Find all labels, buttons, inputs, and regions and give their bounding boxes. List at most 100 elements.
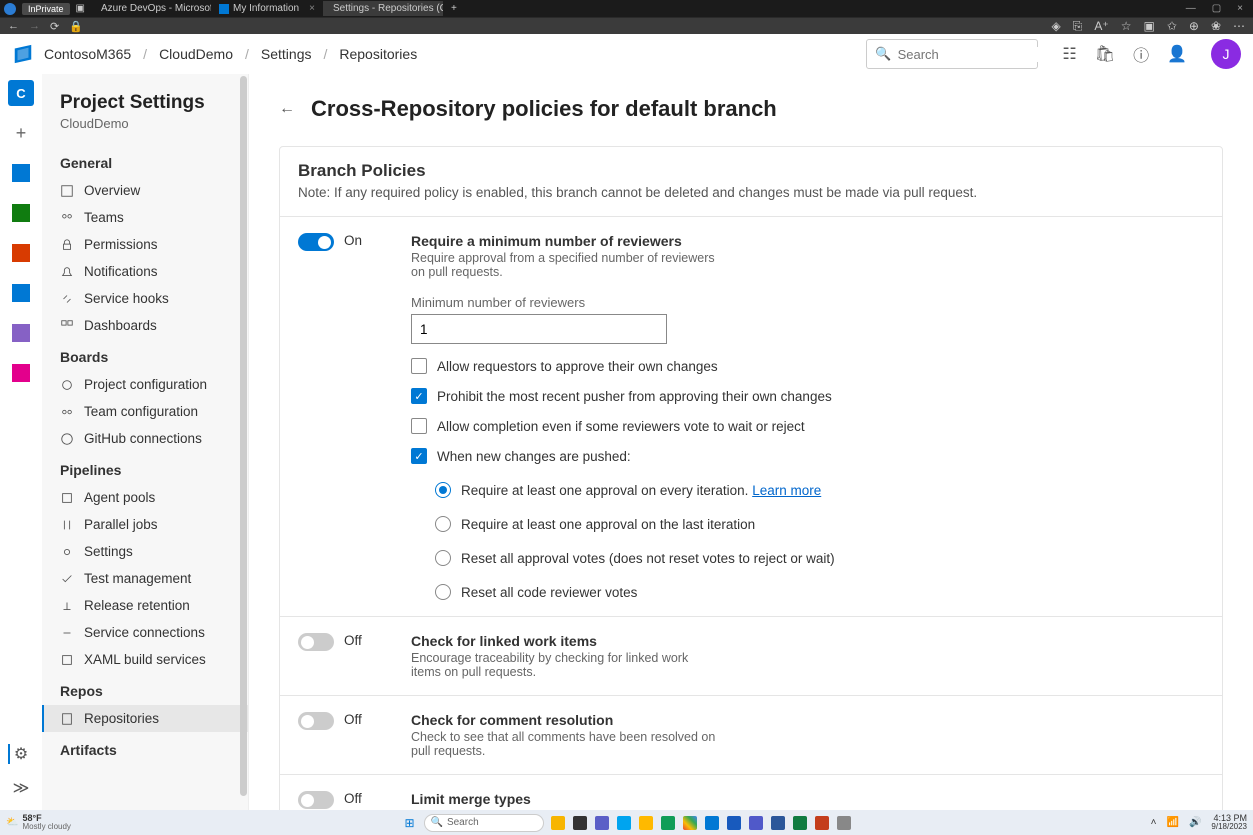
maximize-icon[interactable]: ▢ — [1212, 3, 1221, 14]
radio-icon[interactable] — [435, 516, 451, 532]
rail-boards-icon[interactable] — [8, 200, 34, 226]
learn-more-link[interactable]: Learn more — [752, 483, 821, 498]
tb-app-icon[interactable] — [572, 815, 588, 831]
sidebar-item-svc-conn[interactable]: Service connections — [42, 619, 248, 646]
sidebar-item-team-config[interactable]: Team configuration — [42, 398, 248, 425]
close-window-icon[interactable]: × — [1237, 3, 1243, 14]
sidebar-item-test-mgmt[interactable]: Test management — [42, 565, 248, 592]
search-field[interactable] — [898, 47, 1074, 62]
addr-icon[interactable]: ◈ — [1052, 19, 1061, 34]
tray-date[interactable]: 9/18/2023 — [1211, 823, 1247, 831]
sidebar-item-overview[interactable]: Overview — [42, 177, 248, 204]
browser-tab-azure[interactable]: Azure DevOps - Microsoft Azure× — [91, 1, 211, 16]
tb-app-icon[interactable] — [814, 815, 830, 831]
browser-tab-myinfo[interactable]: My Information× — [213, 1, 321, 16]
chk-allow-requestors[interactable]: Allow requestors to approve their own ch… — [411, 358, 1204, 374]
tray-chevron-icon[interactable]: ˄ — [1151, 817, 1157, 828]
search-input[interactable]: 🔍 — [866, 39, 1038, 69]
addr-icon[interactable]: ▣ — [1143, 19, 1154, 34]
radio-last-iteration[interactable]: Require at least one approval on the las… — [435, 516, 1204, 532]
radio-icon[interactable] — [435, 482, 451, 498]
tb-app-icon[interactable] — [770, 815, 786, 831]
radio-icon[interactable] — [435, 584, 451, 600]
minimize-icon[interactable]: — — [1186, 3, 1196, 14]
breadcrumb-repos[interactable]: Repositories — [339, 46, 417, 62]
radio-every-iteration[interactable]: Require at least one approval on every i… — [435, 482, 1204, 498]
tb-app-icon[interactable] — [726, 815, 742, 831]
rail-repos-icon[interactable] — [8, 240, 34, 266]
collections-icon[interactable]: ▣ — [76, 3, 85, 14]
breadcrumb-project[interactable]: CloudDemo — [159, 46, 233, 62]
sidebar-item-parallel[interactable]: Parallel jobs — [42, 511, 248, 538]
rail-project[interactable]: C — [8, 80, 34, 106]
sidebar-item-notifications[interactable]: Notifications — [42, 258, 248, 285]
rail-settings-icon[interactable]: ⚙ — [8, 744, 28, 764]
sidebar-item-teams[interactable]: Teams — [42, 204, 248, 231]
browser-tab-settings[interactable]: Settings - Repositories (CloudD…× — [323, 1, 443, 16]
rail-add[interactable]: + — [8, 120, 34, 146]
toggle-min-reviewers[interactable] — [298, 233, 334, 251]
tb-app-icon[interactable] — [660, 815, 676, 831]
tb-app-icon[interactable] — [792, 815, 808, 831]
min-reviewers-input[interactable] — [411, 314, 667, 344]
azdo-logo-icon[interactable] — [12, 43, 34, 65]
rail-artifacts-icon[interactable] — [8, 360, 34, 386]
sidebar-item-release[interactable]: Release retention — [42, 592, 248, 619]
sidebar-item-proj-config[interactable]: Project configuration — [42, 371, 248, 398]
toggle-comment-res[interactable] — [298, 712, 334, 730]
tb-app-icon[interactable] — [682, 815, 698, 831]
sidebar-item-dashboards[interactable]: Dashboards — [42, 312, 248, 339]
breadcrumb-settings[interactable]: Settings — [261, 46, 312, 62]
favorite-icon[interactable]: ☆ — [1121, 19, 1132, 34]
checkbox-icon[interactable] — [411, 418, 427, 434]
back-arrow-icon[interactable]: ← — [279, 100, 295, 118]
scrollbar[interactable] — [240, 76, 247, 796]
tb-app-icon[interactable] — [594, 815, 610, 831]
addr-icon[interactable]: ⎘ — [1073, 19, 1083, 34]
more-icon[interactable]: ⋯ — [1233, 19, 1245, 34]
toggle-merge-types[interactable] — [298, 791, 334, 809]
sidebar-item-service-hooks[interactable]: Service hooks — [42, 285, 248, 312]
avatar[interactable]: J — [1211, 39, 1241, 69]
tb-app-icon[interactable] — [836, 815, 852, 831]
weather-widget[interactable]: ⛅ 58°F Mostly cloudy — [6, 814, 71, 831]
profile-icon[interactable] — [4, 3, 16, 15]
addr-icon[interactable]: ⊕ — [1189, 19, 1199, 34]
checkbox-icon[interactable]: ✓ — [411, 388, 427, 404]
checkbox-icon[interactable]: ✓ — [411, 448, 427, 464]
favorites-bar-icon[interactable]: ✩ — [1167, 19, 1177, 34]
site-lock-icon[interactable]: 🔒 — [69, 20, 83, 33]
rail-collapse-icon[interactable]: ≫ — [13, 778, 30, 798]
start-icon[interactable]: ⊞ — [402, 815, 418, 831]
marketplace-icon[interactable]: 🛍 — [1095, 44, 1115, 64]
tray-wifi-icon[interactable]: 📶 — [1167, 817, 1179, 828]
new-tab-button[interactable]: + — [445, 3, 463, 14]
help-icon[interactable]: ⓘ — [1133, 42, 1149, 66]
radio-icon[interactable] — [435, 550, 451, 566]
tb-app-icon[interactable] — [638, 815, 654, 831]
tb-app-icon[interactable] — [704, 815, 720, 831]
chk-prohibit-pusher[interactable]: ✓ Prohibit the most recent pusher from a… — [411, 388, 1204, 404]
user-settings-icon[interactable]: 👤 — [1167, 44, 1187, 64]
back-icon[interactable]: ← — [8, 20, 19, 32]
close-icon[interactable]: × — [309, 3, 315, 14]
radio-reset-approval[interactable]: Reset all approval votes (does not reset… — [435, 550, 1204, 566]
chk-new-changes[interactable]: ✓ When new changes are pushed: — [411, 448, 1204, 464]
sidebar-item-github[interactable]: GitHub connections — [42, 425, 248, 452]
toggle-linked-items[interactable] — [298, 633, 334, 651]
addr-icon[interactable]: ❀ — [1211, 19, 1221, 34]
work-items-icon[interactable]: ☷ — [1062, 44, 1076, 64]
chk-allow-completion[interactable]: Allow completion even if some reviewers … — [411, 418, 1204, 434]
tb-app-icon[interactable] — [550, 815, 566, 831]
tray-sound-icon[interactable]: 🔊 — [1189, 817, 1201, 828]
sidebar-item-permissions[interactable]: Permissions — [42, 231, 248, 258]
checkbox-icon[interactable] — [411, 358, 427, 374]
sidebar-item-xaml[interactable]: XAML build services — [42, 646, 248, 673]
sidebar-item-agent-pools[interactable]: Agent pools — [42, 484, 248, 511]
addr-icon[interactable]: A⁺ — [1094, 19, 1108, 34]
rail-pipelines-icon[interactable] — [8, 280, 34, 306]
taskbar-search[interactable]: 🔍Search — [424, 814, 544, 832]
rail-overview-icon[interactable] — [8, 160, 34, 186]
refresh-icon[interactable]: ⟳ — [50, 20, 59, 33]
radio-reset-all[interactable]: Reset all code reviewer votes — [435, 584, 1204, 600]
